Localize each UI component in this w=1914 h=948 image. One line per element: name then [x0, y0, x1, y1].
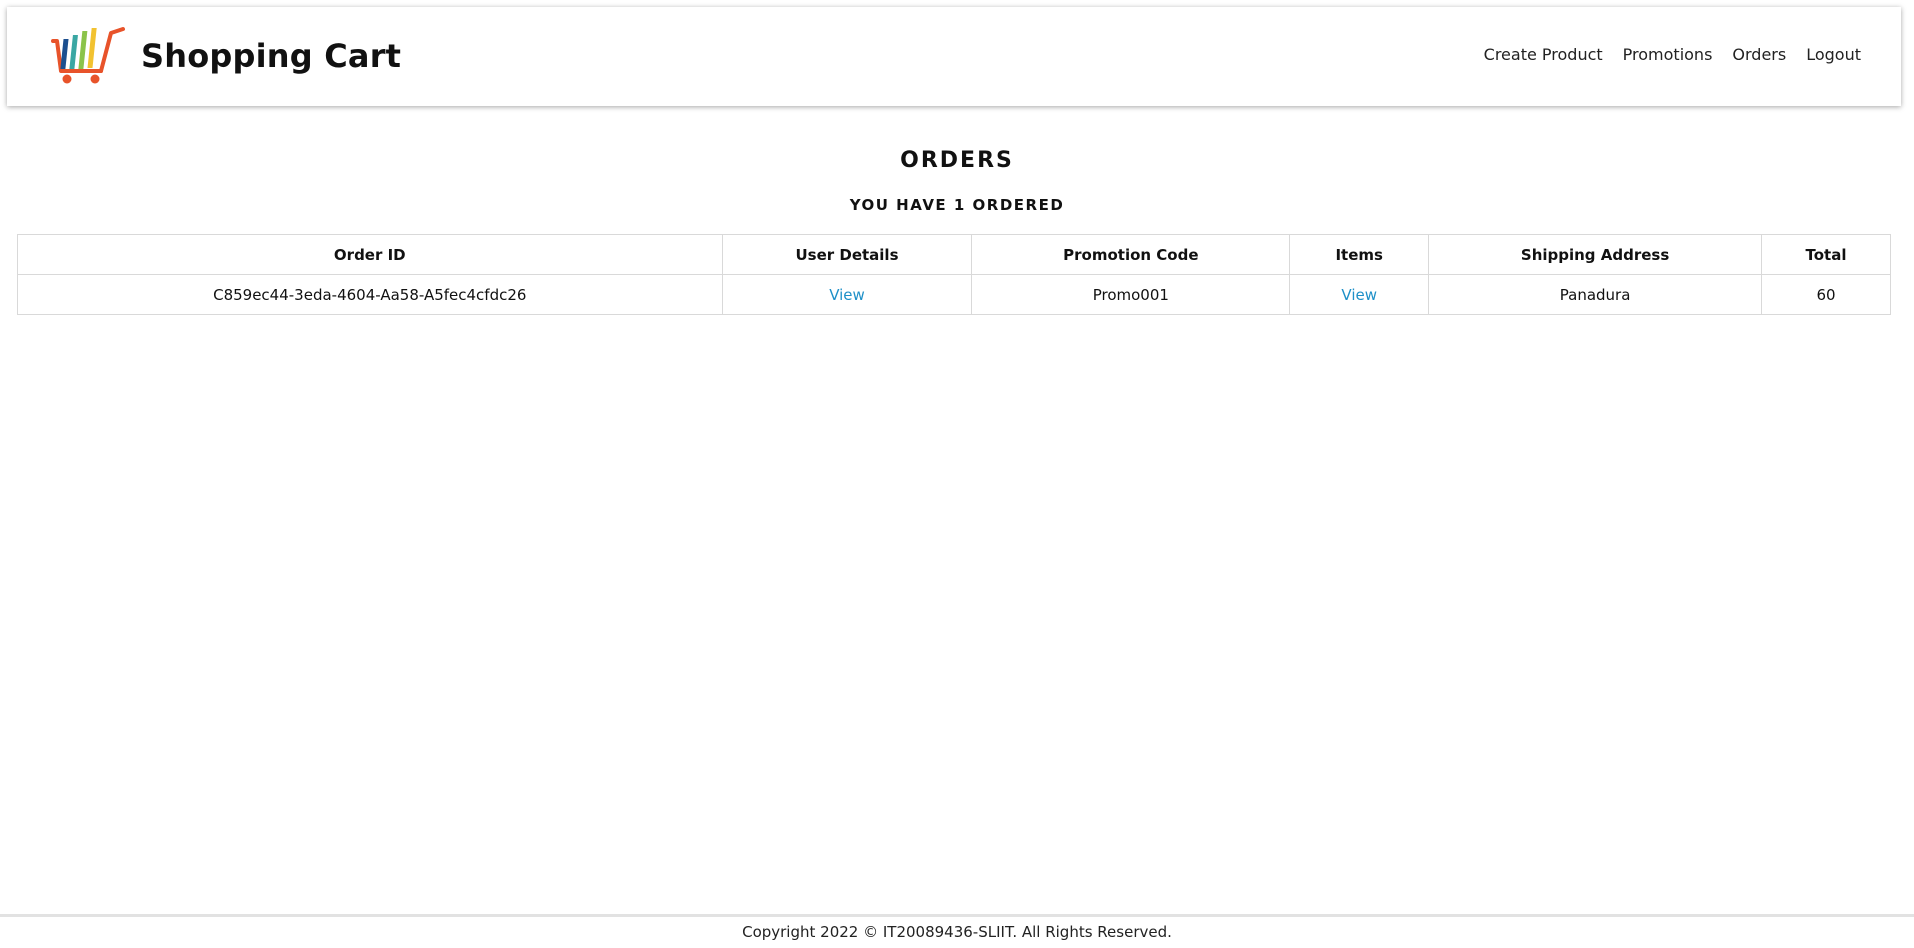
- footer: Copyright 2022 © IT20089436-SLIIT. All R…: [0, 914, 1914, 948]
- shopping-cart-logo-icon: [51, 27, 125, 84]
- orders-table: Order ID User Details Promotion Code Ite…: [17, 234, 1891, 315]
- column-header-total: Total: [1761, 234, 1891, 275]
- table-row: C859ec44-3eda-4604-Aa58-A5fec4cfdc26 Vie…: [17, 274, 1891, 315]
- copyright-text: Copyright 2022 © IT20089436-SLIIT. All R…: [742, 923, 1172, 941]
- nav-promotions-link[interactable]: Promotions: [1623, 45, 1713, 64]
- page-title: ORDERS: [900, 148, 1014, 173]
- nav-orders-link[interactable]: Orders: [1732, 45, 1786, 64]
- items-cell: View: [1289, 274, 1430, 315]
- table-header-row: Order ID User Details Promotion Code Ite…: [17, 234, 1891, 275]
- nav-logout-link[interactable]: Logout: [1806, 45, 1861, 64]
- column-header-promotion-code: Promotion Code: [971, 234, 1291, 275]
- top-nav: Create Product Promotions Orders Logout: [1464, 45, 1861, 64]
- order-id-cell: C859ec44-3eda-4604-Aa58-A5fec4cfdc26: [17, 274, 723, 315]
- nav-create-product-link[interactable]: Create Product: [1484, 45, 1603, 64]
- column-header-order-id: Order ID: [17, 234, 723, 275]
- view-items-link[interactable]: View: [1341, 286, 1377, 304]
- header: Shopping Cart Create Product Promotions …: [7, 7, 1901, 106]
- view-user-details-link[interactable]: View: [829, 286, 865, 304]
- brand-title: Shopping Cart: [141, 37, 402, 75]
- column-header-shipping-address: Shipping Address: [1428, 234, 1762, 275]
- orders-count-subtitle: YOU HAVE 1 ORDERED: [849, 196, 1065, 214]
- shipping-address-cell: Panadura: [1428, 274, 1762, 315]
- promotion-code-cell: Promo001: [971, 274, 1291, 315]
- brand[interactable]: Shopping Cart: [51, 25, 401, 87]
- column-header-items: Items: [1289, 234, 1430, 275]
- total-cell: 60: [1761, 274, 1891, 315]
- user-details-cell: View: [721, 274, 973, 315]
- page: Shopping Cart Create Product Promotions …: [0, 0, 1914, 948]
- column-header-user-details: User Details: [721, 234, 973, 275]
